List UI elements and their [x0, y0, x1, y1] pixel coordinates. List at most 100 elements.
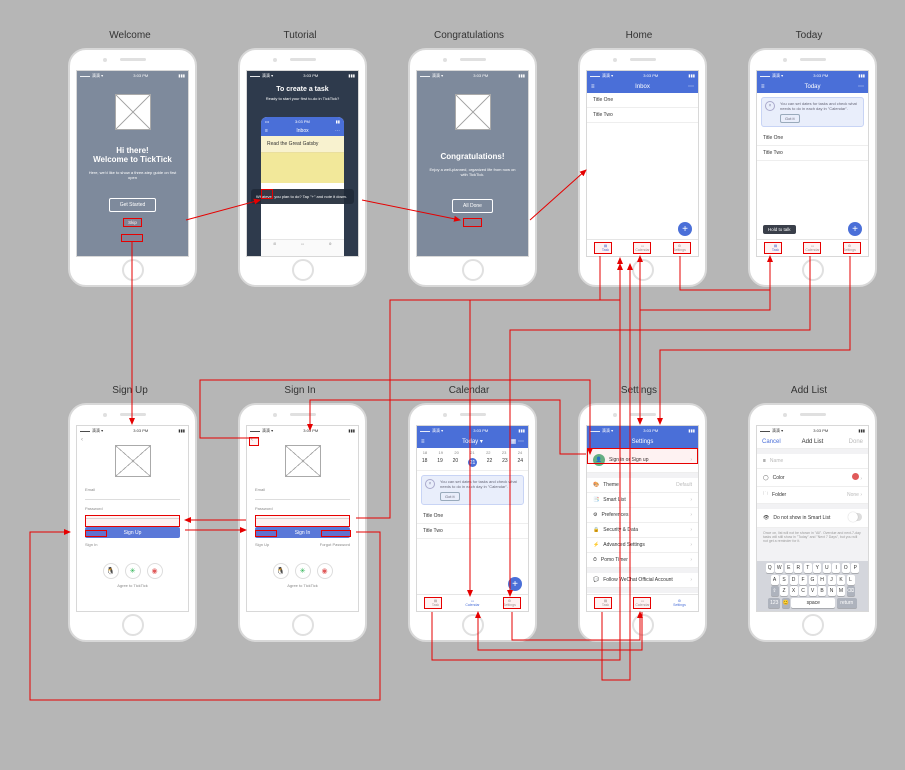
- hotspot-home-tab-calendar[interactable]: [633, 242, 651, 254]
- addlist-title: Add List: [802, 439, 824, 445]
- welcome-heading-2: Welcome to TickTick: [93, 155, 172, 164]
- settings-title: Settings: [632, 439, 654, 445]
- close-icon[interactable]: ×: [765, 101, 775, 111]
- smartlist-toggle-row[interactable]: 👁Do not show in Smart List: [757, 509, 868, 528]
- hotspot-signin-to-signup[interactable]: [255, 530, 277, 537]
- tab-settings[interactable]: ⚙Settings: [661, 595, 698, 611]
- menu-icon[interactable]: ≡: [591, 84, 595, 90]
- hotspot-tutorial-next[interactable]: [261, 189, 273, 199]
- settings-item[interactable]: ⏱Pomo Timer›: [587, 553, 698, 568]
- hotspot-signin-back[interactable]: [249, 437, 259, 446]
- today-title: Today: [804, 84, 820, 90]
- calendar-tip-banner: × You can set dates for tasks and check …: [421, 475, 524, 505]
- calendar-title: Today ▾: [462, 438, 483, 445]
- hotspot-signin-submit[interactable]: [255, 515, 350, 527]
- hotspot-set-tab-calendar[interactable]: [633, 597, 651, 609]
- phone-welcome: 滴滴 ▾3:03 PM▮▮▮ Hi there! Welcome to Tick…: [68, 48, 197, 287]
- settings-item[interactable]: 🎨ThemeDefault: [587, 478, 698, 493]
- hotspot-signin-forgot[interactable]: [321, 530, 351, 537]
- settings-item[interactable]: 💬Follow WeChat Official Account›: [587, 573, 698, 588]
- hotspot-home-tab-task[interactable]: [594, 242, 612, 254]
- add-task-fab[interactable]: +: [678, 222, 692, 236]
- hotspot-cal-tab-task[interactable]: [424, 597, 442, 609]
- logo-placeholder: [285, 445, 321, 477]
- hotspot-today-tab-calendar[interactable]: [803, 242, 821, 254]
- add-task-fab[interactable]: +: [508, 577, 522, 591]
- logo-placeholder: [115, 94, 151, 130]
- signin-link[interactable]: Sign In: [85, 542, 97, 547]
- done-button[interactable]: Done: [849, 439, 863, 445]
- toggle-hint: Once on, list will not be shown in "All"…: [757, 528, 868, 546]
- add-task-fab[interactable]: +: [848, 222, 862, 236]
- welcome-heading-1: Hi there!: [116, 146, 148, 155]
- today-tip-banner: × You can set dates for tasks and check …: [761, 97, 864, 127]
- hotspot-today-tab-task[interactable]: [764, 242, 782, 254]
- task-row[interactable]: Title Two: [417, 524, 528, 539]
- hotspot-signup-to-signin[interactable]: [85, 530, 107, 537]
- screen-title-today: Today: [734, 30, 884, 41]
- screen-title-tutorial: Tutorial: [225, 30, 375, 41]
- all-done-button[interactable]: All Done: [452, 199, 493, 213]
- hotspot-all-done[interactable]: [463, 218, 482, 227]
- hotspot-cal-tab-settings[interactable]: [503, 597, 521, 609]
- tutorial-sub: Ready to start your first to-do in TickT…: [266, 96, 339, 101]
- home-title: Inbox: [635, 84, 650, 90]
- task-row[interactable]: Title One: [417, 509, 528, 524]
- phone-calendar: 滴滴 ▾3:03 PM▮▮▮ ≡Today ▾▦ ⋯ 1819202122232…: [408, 403, 537, 642]
- settings-item[interactable]: 🔒Security & Data›: [587, 523, 698, 538]
- screen-title-signup: Sign Up: [55, 385, 205, 396]
- hotspot-get-started[interactable]: [123, 218, 142, 227]
- folder-field[interactable]: 🗀FolderNone ›: [757, 487, 868, 504]
- back-button[interactable]: ‹: [247, 435, 358, 445]
- task-row[interactable]: Title One: [757, 131, 868, 146]
- phone-tutorial: 滴滴 ▾3:03 PM▮▮▮ To create a task Ready to…: [238, 48, 367, 287]
- congrats-sub: Enjoy a well-planned, organized life fro…: [427, 167, 518, 177]
- screen-title-congrats: Congratulations: [394, 30, 544, 41]
- task-row[interactable]: Title One: [587, 93, 698, 108]
- forgot-link[interactable]: Forgot Password: [320, 542, 350, 547]
- task-row[interactable]: Title Two: [757, 146, 868, 161]
- hotspot-signup-submit[interactable]: [85, 515, 180, 527]
- phone-home: 滴滴 ▾3:03 PM▮▮▮ ≡Inbox⋯ Title One Title T…: [578, 48, 707, 287]
- social-qq-icon[interactable]: 🐧: [103, 563, 119, 579]
- congrats-heading: Congratulations!: [441, 152, 505, 161]
- phone-signup: 滴滴 ▾3:03 PM▮▮▮ ‹ Email Password Sign Up …: [68, 403, 197, 642]
- tab-calendar[interactable]: ▭Calendar: [454, 595, 491, 611]
- email-field[interactable]: [255, 492, 350, 500]
- social-wechat-icon[interactable]: ✳: [295, 563, 311, 579]
- wireframe-flow-diagram: Welcome Tutorial Congratulations Home To…: [0, 0, 905, 770]
- screen-title-settings: Settings: [564, 385, 714, 396]
- name-field[interactable]: ≡Name: [757, 454, 868, 469]
- social-weibo-icon[interactable]: ◉: [317, 563, 333, 579]
- got-it-button[interactable]: Got it: [440, 492, 460, 501]
- hotspot-today-tab-settings[interactable]: [843, 242, 861, 254]
- phone-addlist: 滴滴 ▾3:03 PM▮▮▮ Cancel Add List Done ≡Nam…: [748, 403, 877, 642]
- social-qq-icon[interactable]: 🐧: [273, 563, 289, 579]
- hotspot-home-tab-settings[interactable]: [673, 242, 691, 254]
- back-button[interactable]: ‹: [77, 435, 188, 445]
- keyboard[interactable]: QWERTYUIOP ASDFGHJKL ⇧ZXCVBNM⌫ 123😊space…: [757, 561, 868, 611]
- email-field[interactable]: [85, 492, 180, 500]
- screen-title-addlist: Add List: [734, 385, 884, 396]
- congrats-image-placeholder: [455, 94, 491, 130]
- agreement-text: Agree to TickTick: [85, 583, 180, 588]
- phone-settings: 滴滴 ▾3:03 PM▮▮▮ Settings 👤Sign in or Sign…: [578, 403, 707, 642]
- hold-toast: Hold to talk: [763, 225, 796, 234]
- hotspot-skip[interactable]: [121, 234, 143, 242]
- phone-today: 滴滴 ▾3:03 PM▮▮▮ ≡Today⋯ × You can set dat…: [748, 48, 877, 287]
- signup-link[interactable]: Sign Up: [255, 542, 269, 547]
- settings-item[interactable]: ⚡Advanced Settings›: [587, 538, 698, 553]
- got-it-button[interactable]: Got it: [780, 114, 800, 123]
- social-weibo-icon[interactable]: ◉: [147, 563, 163, 579]
- hotspot-settings-profile[interactable]: [587, 448, 698, 464]
- cancel-button[interactable]: Cancel: [762, 439, 781, 445]
- social-wechat-icon[interactable]: ✳: [125, 563, 141, 579]
- screen-title-home: Home: [564, 30, 714, 41]
- settings-item[interactable]: 📑Smart List›: [587, 493, 698, 508]
- get-started-button[interactable]: Get Started: [109, 198, 157, 212]
- color-field[interactable]: ◯Color ›: [757, 469, 868, 487]
- close-icon[interactable]: ×: [425, 479, 435, 489]
- settings-item[interactable]: ⚙Preferences›: [587, 508, 698, 523]
- task-row[interactable]: Title Two: [587, 108, 698, 123]
- hotspot-set-tab-task[interactable]: [594, 597, 612, 609]
